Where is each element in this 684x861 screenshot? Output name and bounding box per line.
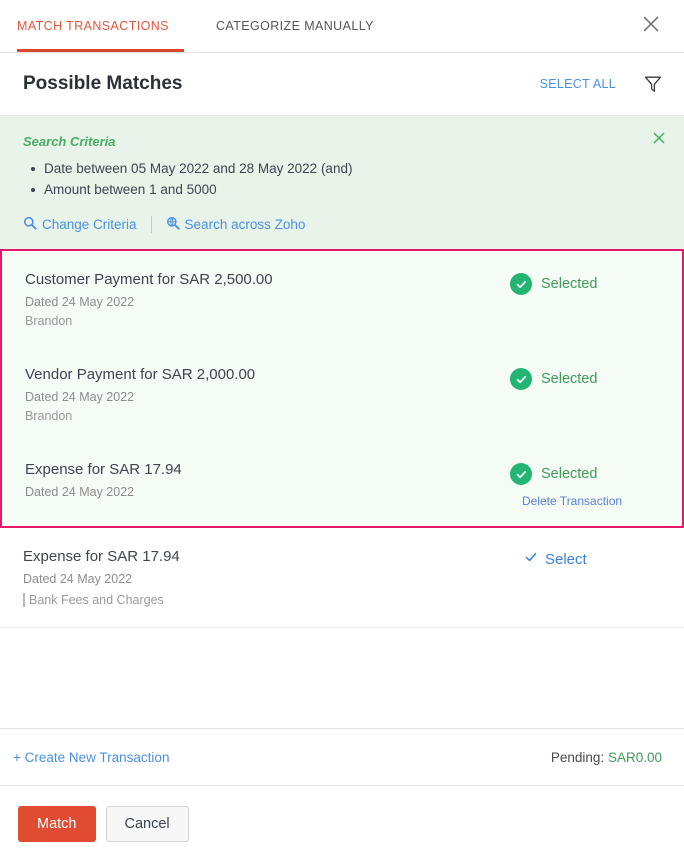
criteria-list: Date between 05 May 2022 and 28 May 2022… bbox=[26, 158, 662, 200]
change-criteria-label: Change Criteria bbox=[42, 217, 137, 232]
tab-match-transactions-label: MATCH TRANSACTIONS bbox=[17, 19, 169, 33]
action-bar: Match Cancel bbox=[0, 786, 684, 861]
match-date: Dated 24 May 2022 bbox=[25, 295, 510, 309]
match-date: Dated 24 May 2022 bbox=[25, 390, 510, 404]
criteria-item: Amount between 1 and 5000 bbox=[44, 179, 662, 200]
create-new-transaction-link[interactable]: + Create New Transaction bbox=[13, 750, 551, 765]
search-criteria-title: Search Criteria bbox=[23, 134, 662, 149]
checkmark-icon bbox=[524, 550, 538, 568]
status-badge: Selected bbox=[541, 276, 597, 292]
match-button[interactable]: Match bbox=[18, 806, 96, 842]
filter-funnel-icon[interactable] bbox=[644, 75, 662, 93]
match-action: Selected Delete Transaction bbox=[510, 461, 660, 508]
match-title: Expense for SAR 17.94 bbox=[25, 461, 510, 478]
match-info: Vendor Payment for SAR 2,000.00 Dated 24… bbox=[25, 366, 510, 423]
page-title: Possible Matches bbox=[23, 73, 540, 95]
close-icon[interactable] bbox=[640, 13, 662, 35]
table-row[interactable]: Customer Payment for SAR 2,500.00 Dated … bbox=[2, 251, 682, 346]
criteria-close-icon[interactable] bbox=[651, 130, 669, 148]
select-button[interactable]: Select bbox=[524, 550, 662, 568]
selected-matches-group: Customer Payment for SAR 2,500.00 Dated … bbox=[0, 249, 684, 528]
match-date: Dated 24 May 2022 bbox=[25, 485, 510, 499]
check-circle-icon bbox=[510, 368, 532, 390]
tab-categorize-manually-label: CATEGORIZE MANUALLY bbox=[216, 19, 374, 33]
criteria-links: Change Criteria Search across Zoho bbox=[23, 216, 662, 233]
delete-transaction-link[interactable]: Delete Transaction bbox=[522, 494, 660, 508]
select-button-label: Select bbox=[545, 551, 587, 568]
tab-match-transactions[interactable]: MATCH TRANSACTIONS bbox=[17, 0, 184, 52]
match-party: Brandon bbox=[25, 409, 510, 423]
search-across-zoho-label: Search across Zoho bbox=[185, 217, 306, 232]
match-action: Selected bbox=[510, 366, 660, 390]
pending-amount: SAR0.00 bbox=[608, 750, 662, 765]
match-title: Expense for SAR 17.94 bbox=[23, 548, 512, 565]
pending-summary: Pending: SAR0.00 bbox=[551, 750, 662, 765]
match-info: Customer Payment for SAR 2,500.00 Dated … bbox=[25, 271, 510, 328]
match-party: Brandon bbox=[25, 314, 510, 328]
status-badge: Selected bbox=[541, 371, 597, 387]
selected-status[interactable]: Selected bbox=[510, 368, 660, 390]
table-row[interactable]: Expense for SAR 17.94 Dated 24 May 2022 … bbox=[2, 441, 682, 526]
match-date: Dated 24 May 2022 bbox=[23, 572, 512, 586]
search-icon bbox=[23, 216, 37, 233]
check-circle-icon bbox=[510, 273, 532, 295]
tab-categorize-manually[interactable]: CATEGORIZE MANUALLY bbox=[202, 0, 388, 52]
criteria-item: Date between 05 May 2022 and 28 May 2022… bbox=[44, 158, 662, 179]
match-title: Vendor Payment for SAR 2,000.00 bbox=[25, 366, 510, 383]
match-info: Expense for SAR 17.94 Dated 24 May 2022 … bbox=[23, 548, 512, 609]
search-across-icon bbox=[166, 216, 180, 233]
match-info: Expense for SAR 17.94 Dated 24 May 2022 bbox=[25, 461, 510, 504]
match-title: Customer Payment for SAR 2,500.00 bbox=[25, 271, 510, 288]
table-row[interactable]: Expense for SAR 17.94 Dated 24 May 2022 … bbox=[0, 528, 684, 627]
select-all-button[interactable]: SELECT ALL bbox=[540, 77, 616, 91]
check-circle-icon bbox=[510, 463, 532, 485]
status-badge: Selected bbox=[541, 466, 597, 482]
footer-strip: + Create New Transaction Pending: SAR0.0… bbox=[0, 728, 684, 786]
match-action: Select bbox=[512, 548, 662, 568]
selected-status[interactable]: Selected bbox=[510, 273, 660, 295]
search-across-zoho-link[interactable]: Search across Zoho bbox=[166, 216, 306, 233]
selected-status[interactable]: Selected bbox=[510, 463, 660, 485]
cancel-button[interactable]: Cancel bbox=[106, 806, 189, 842]
header-row: Possible Matches SELECT ALL bbox=[0, 53, 684, 116]
list-divider bbox=[0, 627, 684, 628]
tab-bar: MATCH TRANSACTIONS CATEGORIZE MANUALLY bbox=[0, 0, 684, 53]
pending-label: Pending: bbox=[551, 750, 604, 765]
search-criteria-panel: Search Criteria Date between 05 May 2022… bbox=[0, 116, 684, 249]
change-criteria-link[interactable]: Change Criteria bbox=[23, 216, 137, 233]
match-action: Selected bbox=[510, 271, 660, 295]
criteria-link-divider bbox=[151, 216, 152, 233]
match-category: Bank Fees and Charges bbox=[23, 593, 164, 607]
table-row[interactable]: Vendor Payment for SAR 2,000.00 Dated 24… bbox=[2, 346, 682, 441]
